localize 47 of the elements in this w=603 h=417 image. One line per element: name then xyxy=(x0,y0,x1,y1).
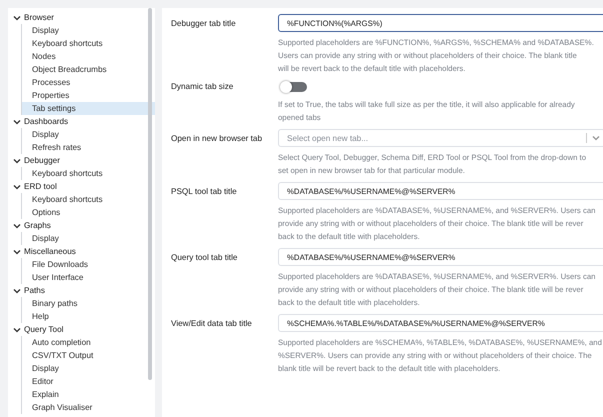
tree-item[interactable]: Nodes xyxy=(22,50,155,63)
chevron-down-icon[interactable] xyxy=(13,158,21,164)
chevron-down-icon[interactable] xyxy=(13,288,21,294)
tree-item[interactable]: Help xyxy=(22,310,155,323)
setting-label: View/Edit data tab title xyxy=(171,318,253,330)
chevron-down-icon[interactable] xyxy=(13,14,21,20)
tree-item[interactable]: Options xyxy=(22,206,155,219)
scrollbar[interactable] xyxy=(148,8,152,380)
tree-item[interactable]: Display xyxy=(22,24,155,37)
tree-item[interactable]: Keyboard shortcuts xyxy=(22,193,155,206)
tree-item[interactable]: Refresh rates xyxy=(22,141,155,154)
tree-item[interactable]: Processes xyxy=(22,76,155,89)
toggle-switch[interactable] xyxy=(282,82,307,92)
tree-group[interactable]: ERD tool xyxy=(24,182,57,191)
tree-item[interactable]: Editor xyxy=(22,375,155,388)
setting-label: PSQL tool tab title xyxy=(171,186,238,198)
tree-item[interactable]: Keyboard shortcuts xyxy=(22,37,155,50)
setting-label: Query tool tab title xyxy=(171,252,238,264)
chevron-down-icon[interactable] xyxy=(13,248,21,254)
tree-item[interactable]: Binary paths xyxy=(22,297,155,310)
tree-item[interactable]: Display xyxy=(22,128,155,141)
tree-item[interactable]: Auto completion xyxy=(22,336,155,349)
tree-group[interactable]: Paths xyxy=(24,286,45,295)
chevron-down-icon[interactable] xyxy=(13,326,21,332)
tree-group[interactable]: Browser xyxy=(24,13,54,22)
tree-item[interactable]: CSV/TXT Output xyxy=(22,349,155,362)
chevron-down-icon[interactable] xyxy=(13,184,21,190)
tree-group[interactable]: Graphs xyxy=(24,221,51,230)
tree-group[interactable]: Debugger xyxy=(24,156,60,165)
chevron-down-icon[interactable] xyxy=(13,222,21,228)
tree-item[interactable]: User Interface xyxy=(22,271,155,284)
setting-label: Dynamic tab size xyxy=(171,81,234,93)
chevron-down-icon[interactable] xyxy=(13,118,21,124)
setting-label: Open in new browser tab xyxy=(171,133,264,145)
tree-item[interactable]: Display xyxy=(22,232,155,245)
tree-group[interactable]: Dashboards xyxy=(24,117,68,126)
tree-item[interactable]: Object Breadcrumbs xyxy=(22,63,155,76)
tree-item[interactable]: Properties xyxy=(22,89,155,102)
tree-group[interactable]: Miscellaneous xyxy=(24,247,76,256)
tree-group[interactable]: Query Tool xyxy=(24,325,64,334)
tree-item[interactable]: Display xyxy=(22,362,155,375)
tree-item[interactable]: Tab settings xyxy=(22,102,155,115)
tree-item[interactable]: Keyboard shortcuts xyxy=(22,167,155,180)
tree-item[interactable]: Explain xyxy=(22,388,155,401)
setting-label: Debugger tab title xyxy=(171,18,237,30)
tree-item[interactable]: Graph Visualiser xyxy=(22,401,155,414)
tree-item[interactable]: File Downloads xyxy=(22,258,155,271)
